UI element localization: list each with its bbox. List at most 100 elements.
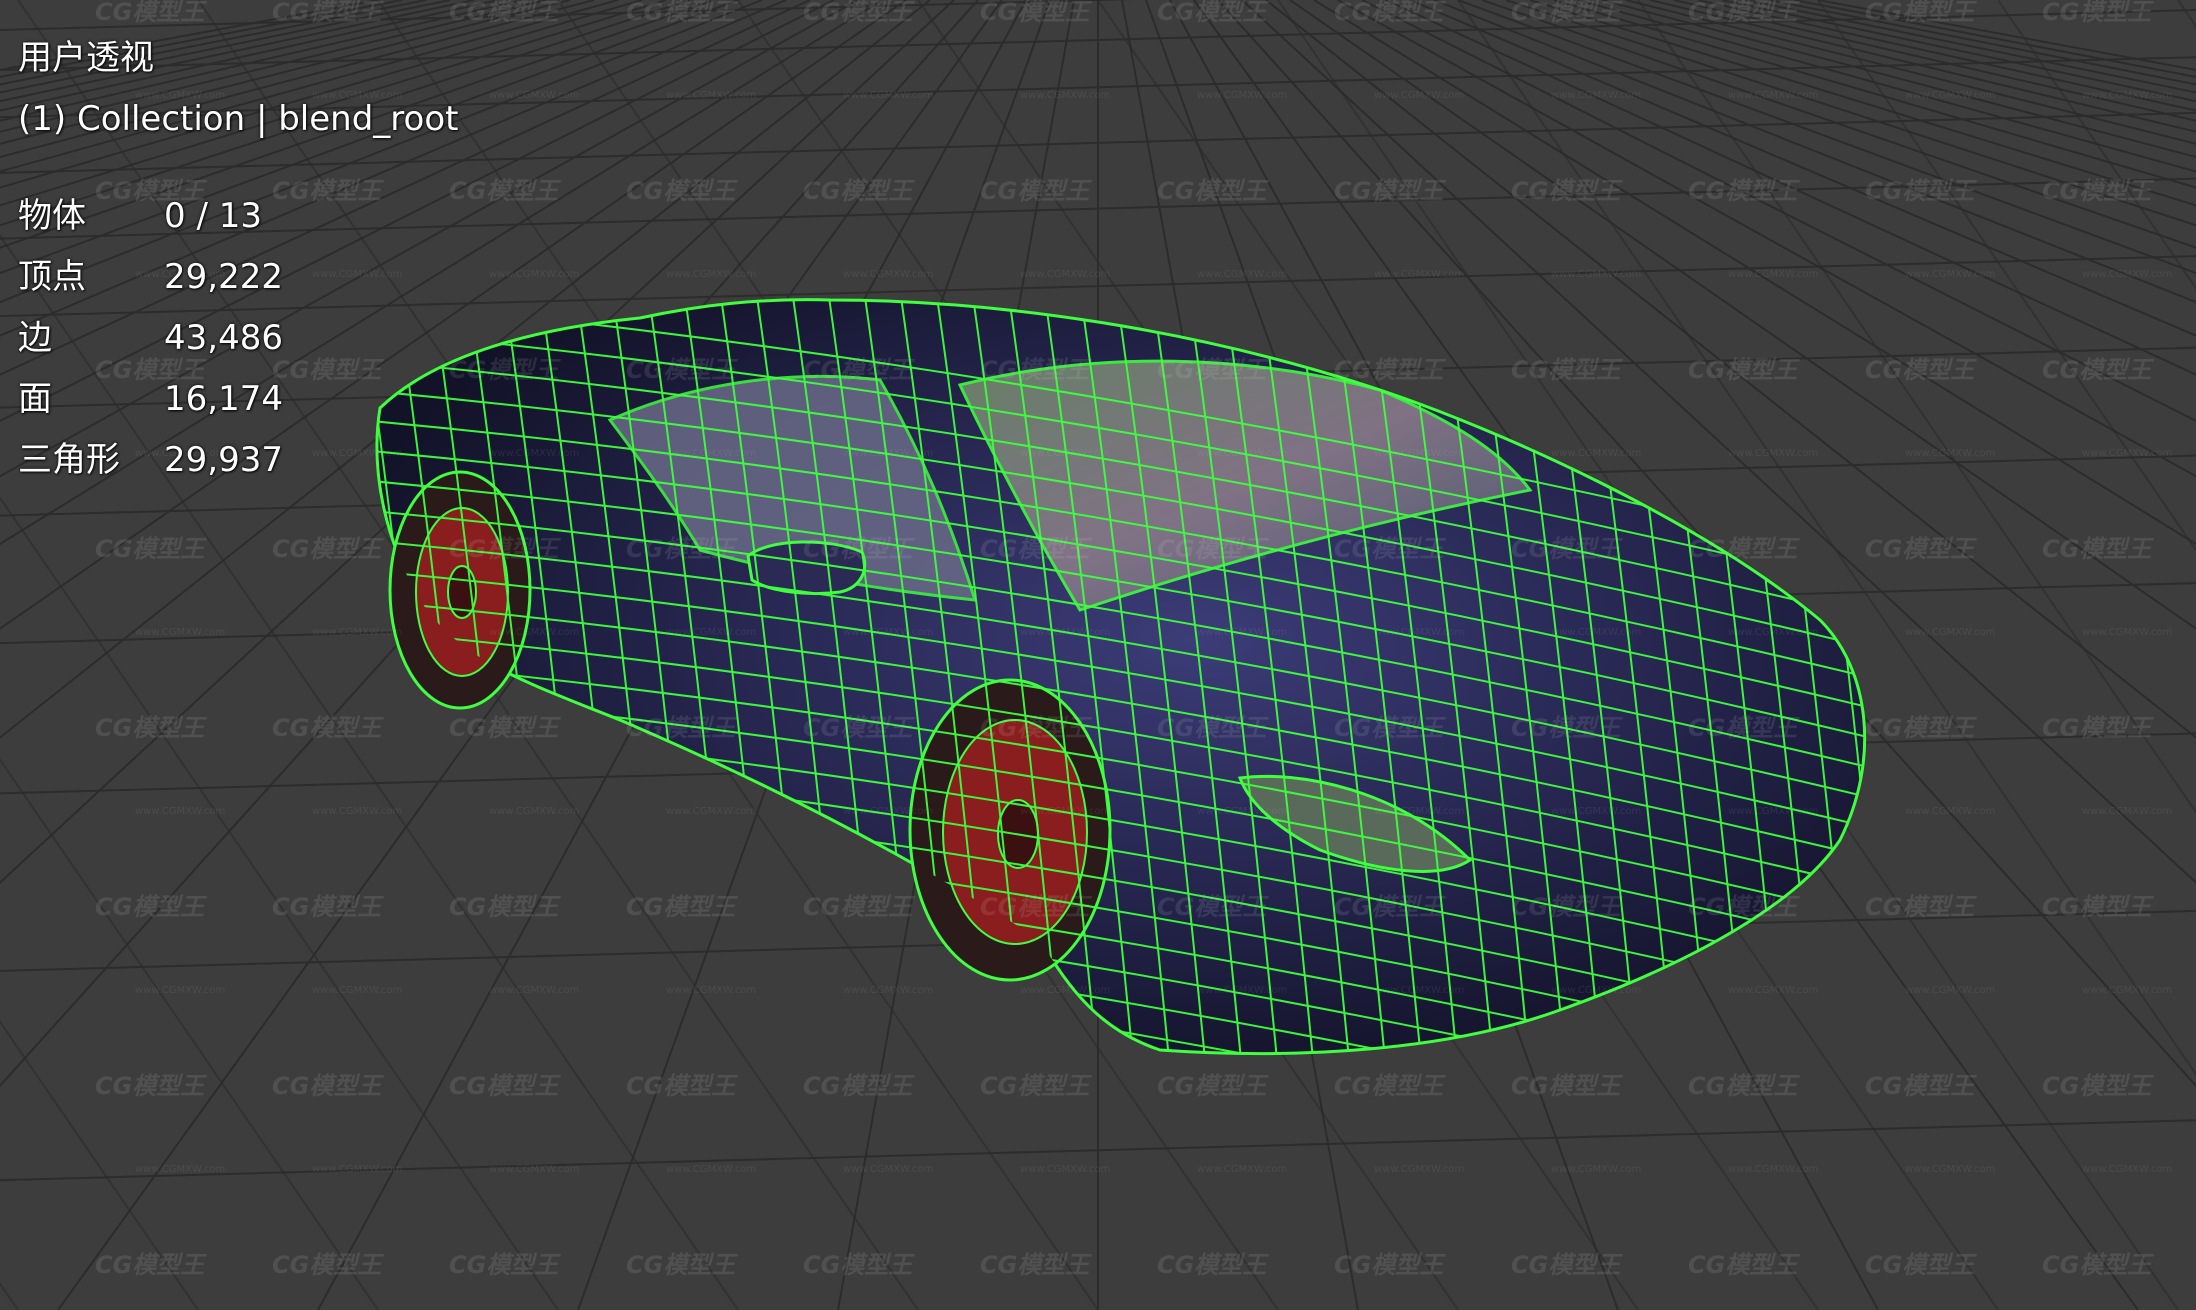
- watermark-logo: CG模型王: [1688, 177, 1800, 205]
- watermark-url: www.CGMXW.com: [2082, 1164, 2172, 1175]
- watermark-url: www.CGMXW.com: [1374, 1164, 1464, 1175]
- watermark-url: www.CGMXW.com: [1020, 627, 1110, 638]
- watermark-logo: CG模型王: [2042, 177, 2154, 205]
- watermark-logo: CG模型王: [626, 893, 738, 921]
- watermark-url: www.CGMXW.com: [666, 448, 756, 459]
- stat-label: 物体: [18, 196, 86, 236]
- stat-value: 29,222: [164, 257, 283, 297]
- watermark-logo: CG模型王: [449, 1251, 561, 1279]
- watermark-logo: CG模型王: [1865, 893, 1977, 921]
- watermark-logo: CG模型王: [1511, 893, 1623, 921]
- watermark-url: www.CGMXW.com: [489, 985, 579, 996]
- watermark-logo: CG模型王: [1865, 1072, 1977, 1100]
- watermark-logo: CG模型王: [1688, 535, 1800, 563]
- watermark-logo: CG模型王: [1688, 1251, 1800, 1279]
- watermark-logo: CG模型王: [1334, 714, 1446, 742]
- watermark-logo: CG模型王: [1157, 714, 1269, 742]
- watermark-logo: CG模型王: [449, 356, 561, 384]
- watermark-logo: CG模型王: [2042, 356, 2154, 384]
- watermark-logo: CG模型王: [626, 714, 738, 742]
- watermark-logo: CG模型王: [803, 1251, 915, 1279]
- collection-label: (1) Collection | blend_root: [18, 99, 459, 139]
- stat-label: 三角形: [18, 440, 120, 480]
- watermark-logo: CG模型王: [272, 535, 384, 563]
- stat-vertices: 顶点 29,222: [18, 247, 458, 308]
- watermark-logo: CG模型王: [1511, 1072, 1623, 1100]
- watermark-logo: CG模型王: [980, 535, 1092, 563]
- watermark-logo: CG模型王: [272, 1251, 384, 1279]
- watermark-url: www.CGMXW.com: [1374, 806, 1464, 817]
- watermark-logo: CG模型王: [95, 893, 207, 921]
- watermark-url: www.CGMXW.com: [1374, 627, 1464, 638]
- watermark-url: www.CGMXW.com: [1551, 90, 1641, 101]
- car-model[interactable]: [360, 290, 1998, 1310]
- watermark-logo: CG模型王: [803, 177, 915, 205]
- watermark-logo: CG模型王: [449, 1072, 561, 1100]
- watermark-url: www.CGMXW.com: [489, 269, 579, 280]
- watermark-logo: CG模型王: [1157, 1251, 1269, 1279]
- watermark-logo: CG模型王: [1157, 893, 1269, 921]
- stat-label: 顶点: [18, 257, 86, 297]
- watermark-logo: CG模型王: [803, 714, 915, 742]
- watermark-logo: CG模型王: [1688, 714, 1800, 742]
- watermark-url: www.CGMXW.com: [666, 269, 756, 280]
- watermark-logo: CG模型王: [1511, 177, 1623, 205]
- watermark-url: www.CGMXW.com: [1905, 448, 1995, 459]
- watermark-url: www.CGMXW.com: [666, 627, 756, 638]
- watermark-url: www.CGMXW.com: [312, 1164, 402, 1175]
- watermark-logo: CG模型王: [1334, 177, 1446, 205]
- watermark-logo: CG模型王: [626, 1251, 738, 1279]
- watermark-logo: CG模型王: [2042, 893, 2154, 921]
- watermark-url: www.CGMXW.com: [1728, 448, 1818, 459]
- watermark-url: www.CGMXW.com: [1374, 90, 1464, 101]
- watermark-logo: CG模型王: [980, 893, 1092, 921]
- watermark-url: www.CGMXW.com: [1197, 269, 1287, 280]
- watermark-url: www.CGMXW.com: [1197, 627, 1287, 638]
- watermark-url: www.CGMXW.com: [1551, 985, 1641, 996]
- watermark-logo: CG模型王: [1865, 177, 1977, 205]
- watermark-logo: CG模型王: [2042, 0, 2154, 26]
- watermark-url: www.CGMXW.com: [1728, 269, 1818, 280]
- stat-value: 43,486: [164, 318, 283, 358]
- viewport-overlay: 用户透视 (1) Collection | blend_root 物体 0 / …: [18, 28, 458, 491]
- watermark-logo: CG模型王: [1334, 893, 1446, 921]
- watermark-logo: CG模型王: [449, 893, 561, 921]
- watermark-url: www.CGMXW.com: [2082, 90, 2172, 101]
- watermark-url: www.CGMXW.com: [1197, 1164, 1287, 1175]
- watermark-url: www.CGMXW.com: [1020, 806, 1110, 817]
- watermark-logo: CG模型王: [1511, 356, 1623, 384]
- watermark-url: www.CGMXW.com: [843, 806, 933, 817]
- watermark-url: www.CGMXW.com: [1728, 627, 1818, 638]
- watermark-logo: CG模型王: [272, 0, 384, 26]
- watermark-logo: CG模型王: [95, 0, 207, 26]
- watermark-url: www.CGMXW.com: [666, 985, 756, 996]
- watermark-url: www.CGMXW.com: [1551, 269, 1641, 280]
- watermark-logo: CG模型王: [1157, 0, 1269, 26]
- watermark-logo: CG模型王: [1688, 893, 1800, 921]
- watermark-logo: CG模型王: [1865, 714, 1977, 742]
- watermark-url: www.CGMXW.com: [135, 806, 225, 817]
- watermark-logo: CG模型王: [95, 535, 207, 563]
- stat-label: 边: [18, 318, 52, 358]
- watermark-url: www.CGMXW.com: [489, 448, 579, 459]
- watermark-url: www.CGMXW.com: [1374, 269, 1464, 280]
- watermark-url: www.CGMXW.com: [312, 806, 402, 817]
- watermark-logo: CG模型王: [980, 356, 1092, 384]
- watermark-logo: CG模型王: [2042, 714, 2154, 742]
- watermark-logo: CG模型王: [1688, 1072, 1800, 1100]
- watermark-logo: CG模型王: [980, 714, 1092, 742]
- watermark-logo: CG模型王: [980, 177, 1092, 205]
- watermark-logo: CG模型王: [1511, 0, 1623, 26]
- watermark-url: www.CGMXW.com: [666, 1164, 756, 1175]
- watermark-logo: CG模型王: [272, 1072, 384, 1100]
- watermark-logo: CG模型王: [95, 1251, 207, 1279]
- watermark-url: www.CGMXW.com: [843, 269, 933, 280]
- watermark-url: www.CGMXW.com: [2082, 806, 2172, 817]
- watermark-url: www.CGMXW.com: [1905, 806, 1995, 817]
- watermark-logo: CG模型王: [449, 0, 561, 26]
- watermark-logo: CG模型王: [2042, 535, 2154, 563]
- watermark-logo: CG模型王: [626, 177, 738, 205]
- watermark-url: www.CGMXW.com: [1551, 448, 1641, 459]
- watermark-url: www.CGMXW.com: [666, 90, 756, 101]
- watermark-logo: CG模型王: [803, 1072, 915, 1100]
